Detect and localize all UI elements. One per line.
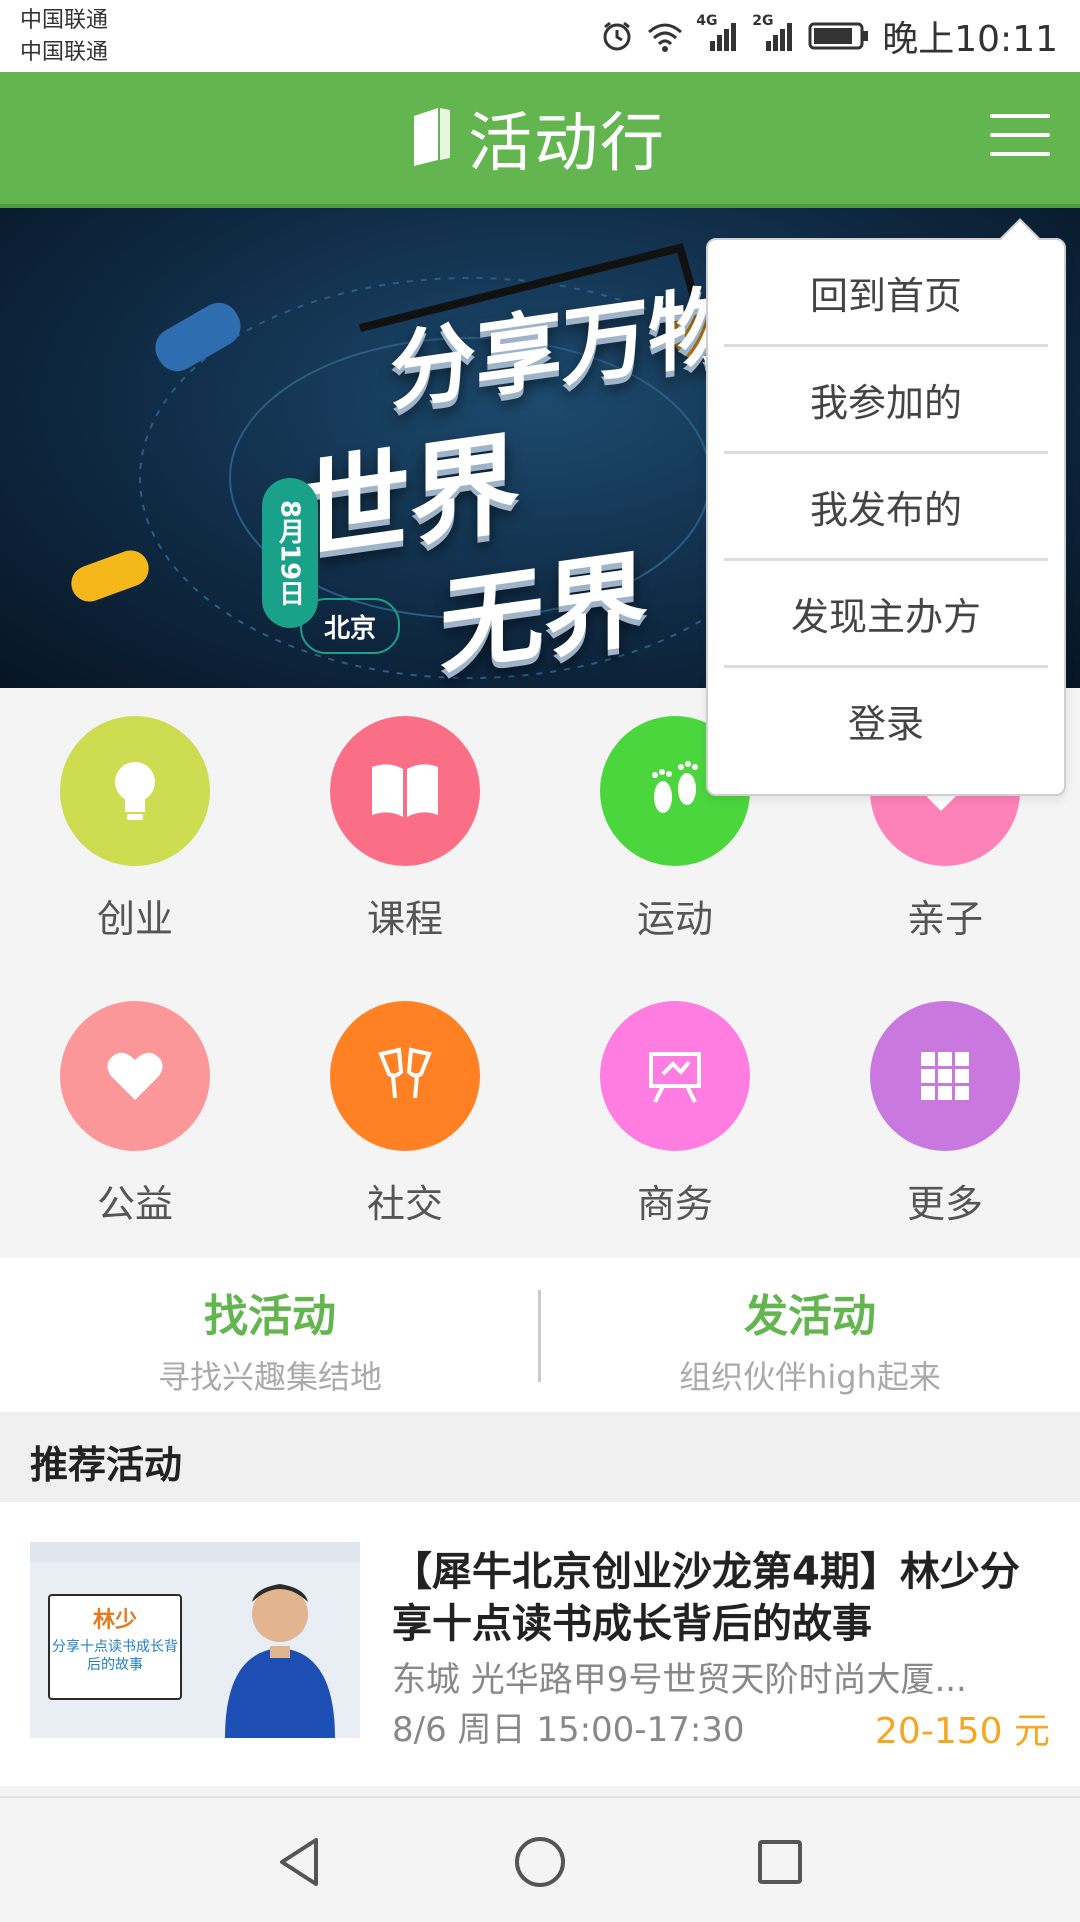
thumb-speaker-card: 林少 分享十点读书成长背后的故事 — [48, 1594, 182, 1700]
event-card[interactable]: 林少 分享十点读书成长背后的故事 【犀牛北京创业沙龙第4期】林少分享十点读书成长… — [0, 1502, 1080, 1786]
menu-item-discover-organizers[interactable]: 发现主办方 — [724, 561, 1048, 668]
find-activity-subtitle: 寻找兴趣集结地 — [157, 1358, 382, 1396]
status-bar: 中国联通 中国联通 4G 2G 晚上10:11 — [0, 0, 1080, 72]
category-label: 运动 — [636, 897, 713, 941]
action-bar: 找活动 寻找兴趣集结地 发活动 组织伙伴high起来 — [0, 1258, 1080, 1412]
back-icon[interactable] — [272, 1834, 328, 1890]
status-icons: 4G 2G 晚上10:11 — [600, 10, 1058, 62]
category-label: 商务 — [636, 1182, 713, 1226]
app-header: 活动行 — [0, 72, 1080, 208]
speaker-photo — [225, 1584, 335, 1738]
category-label: 社交 — [366, 1182, 443, 1226]
home-icon[interactable] — [512, 1834, 568, 1890]
app-logo: 活动行 — [410, 92, 666, 184]
hamburger-line — [990, 133, 1050, 137]
battery-icon — [808, 20, 870, 52]
section-title: 推荐活动 — [30, 1443, 183, 1487]
wifi-icon — [646, 20, 684, 52]
grid-icon — [870, 1001, 1020, 1151]
dropdown-menu: 回到首页 我参加的 我发布的 发现主办方 登录 — [706, 218, 1066, 796]
hamburger-line — [990, 152, 1050, 156]
category-charity[interactable]: 公益 — [0, 973, 270, 1226]
banner-headline-3: 无界 — [440, 537, 649, 688]
system-nav-bar — [0, 1796, 1080, 1922]
carrier-label-1: 中国联通 — [20, 8, 109, 33]
signal-2g-icon: 2G — [752, 13, 796, 53]
recommended-section-header: 推荐活动 — [0, 1412, 1080, 1502]
hamburger-line — [990, 114, 1050, 118]
signal-4g-icon: 4G — [696, 13, 740, 53]
network-type-1: 4G — [696, 13, 718, 29]
publish-activity-button[interactable]: 发活动 组织伙伴high起来 — [540, 1258, 1080, 1412]
category-more[interactable]: 更多 — [810, 973, 1080, 1226]
category-label: 更多 — [906, 1182, 983, 1226]
network-type-2: 2G — [752, 13, 774, 29]
find-activity-button[interactable]: 找活动 寻找兴趣集结地 — [0, 1258, 540, 1412]
category-social[interactable]: 社交 — [270, 973, 540, 1226]
book-icon — [330, 716, 480, 866]
lightbulb-icon — [60, 716, 210, 866]
app-title: 活动行 — [468, 107, 666, 181]
menu-item-login[interactable]: 登录 — [724, 668, 1048, 772]
event-address: 东城 光华路甲9号世贸天阶时尚大厦... — [392, 1660, 967, 1700]
presentation-icon — [600, 1001, 750, 1151]
menu-item-home[interactable]: 回到首页 — [724, 240, 1048, 347]
clock-time: 晚上10:11 — [882, 19, 1058, 60]
recents-icon[interactable] — [752, 1834, 808, 1890]
thumb-speaker-name: 林少 — [92, 1608, 137, 1633]
publish-activity-subtitle: 组织伙伴high起来 — [679, 1358, 941, 1396]
banner-city: 北京 — [300, 598, 400, 654]
logo-book-icon — [410, 104, 454, 172]
event-thumbnail: 林少 分享十点读书成长背后的故事 — [30, 1542, 360, 1738]
category-label: 亲子 — [906, 897, 983, 941]
category-business[interactable]: 商务 — [540, 973, 810, 1226]
find-activity-title: 找活动 — [204, 1291, 336, 1342]
category-startup[interactable]: 创业 — [0, 688, 270, 941]
thumb-header-strip — [30, 1542, 360, 1562]
event-time: 8/6 周日 15:00-17:30 — [392, 1710, 745, 1750]
thumb-caption: 分享十点读书成长背后的故事 — [52, 1639, 178, 1673]
menu-item-joined[interactable]: 我参加的 — [724, 347, 1048, 454]
publish-activity-title: 发活动 — [744, 1291, 876, 1342]
event-title: 【犀牛北京创业沙龙第4期】林少分享十点读书成长背后的故事 — [392, 1549, 1020, 1647]
menu-button[interactable] — [990, 110, 1050, 160]
cheers-icon — [330, 1001, 480, 1151]
heart-icon — [60, 1001, 210, 1151]
menu-item-published[interactable]: 我发布的 — [724, 454, 1048, 561]
carrier-label-2: 中国联通 — [20, 40, 109, 65]
category-label: 创业 — [96, 897, 173, 941]
category-label: 课程 — [366, 897, 443, 941]
alarm-icon — [600, 19, 634, 53]
category-course[interactable]: 课程 — [270, 688, 540, 941]
event-price: 20-150 元 — [875, 1711, 1050, 1752]
category-label: 公益 — [96, 1182, 173, 1226]
